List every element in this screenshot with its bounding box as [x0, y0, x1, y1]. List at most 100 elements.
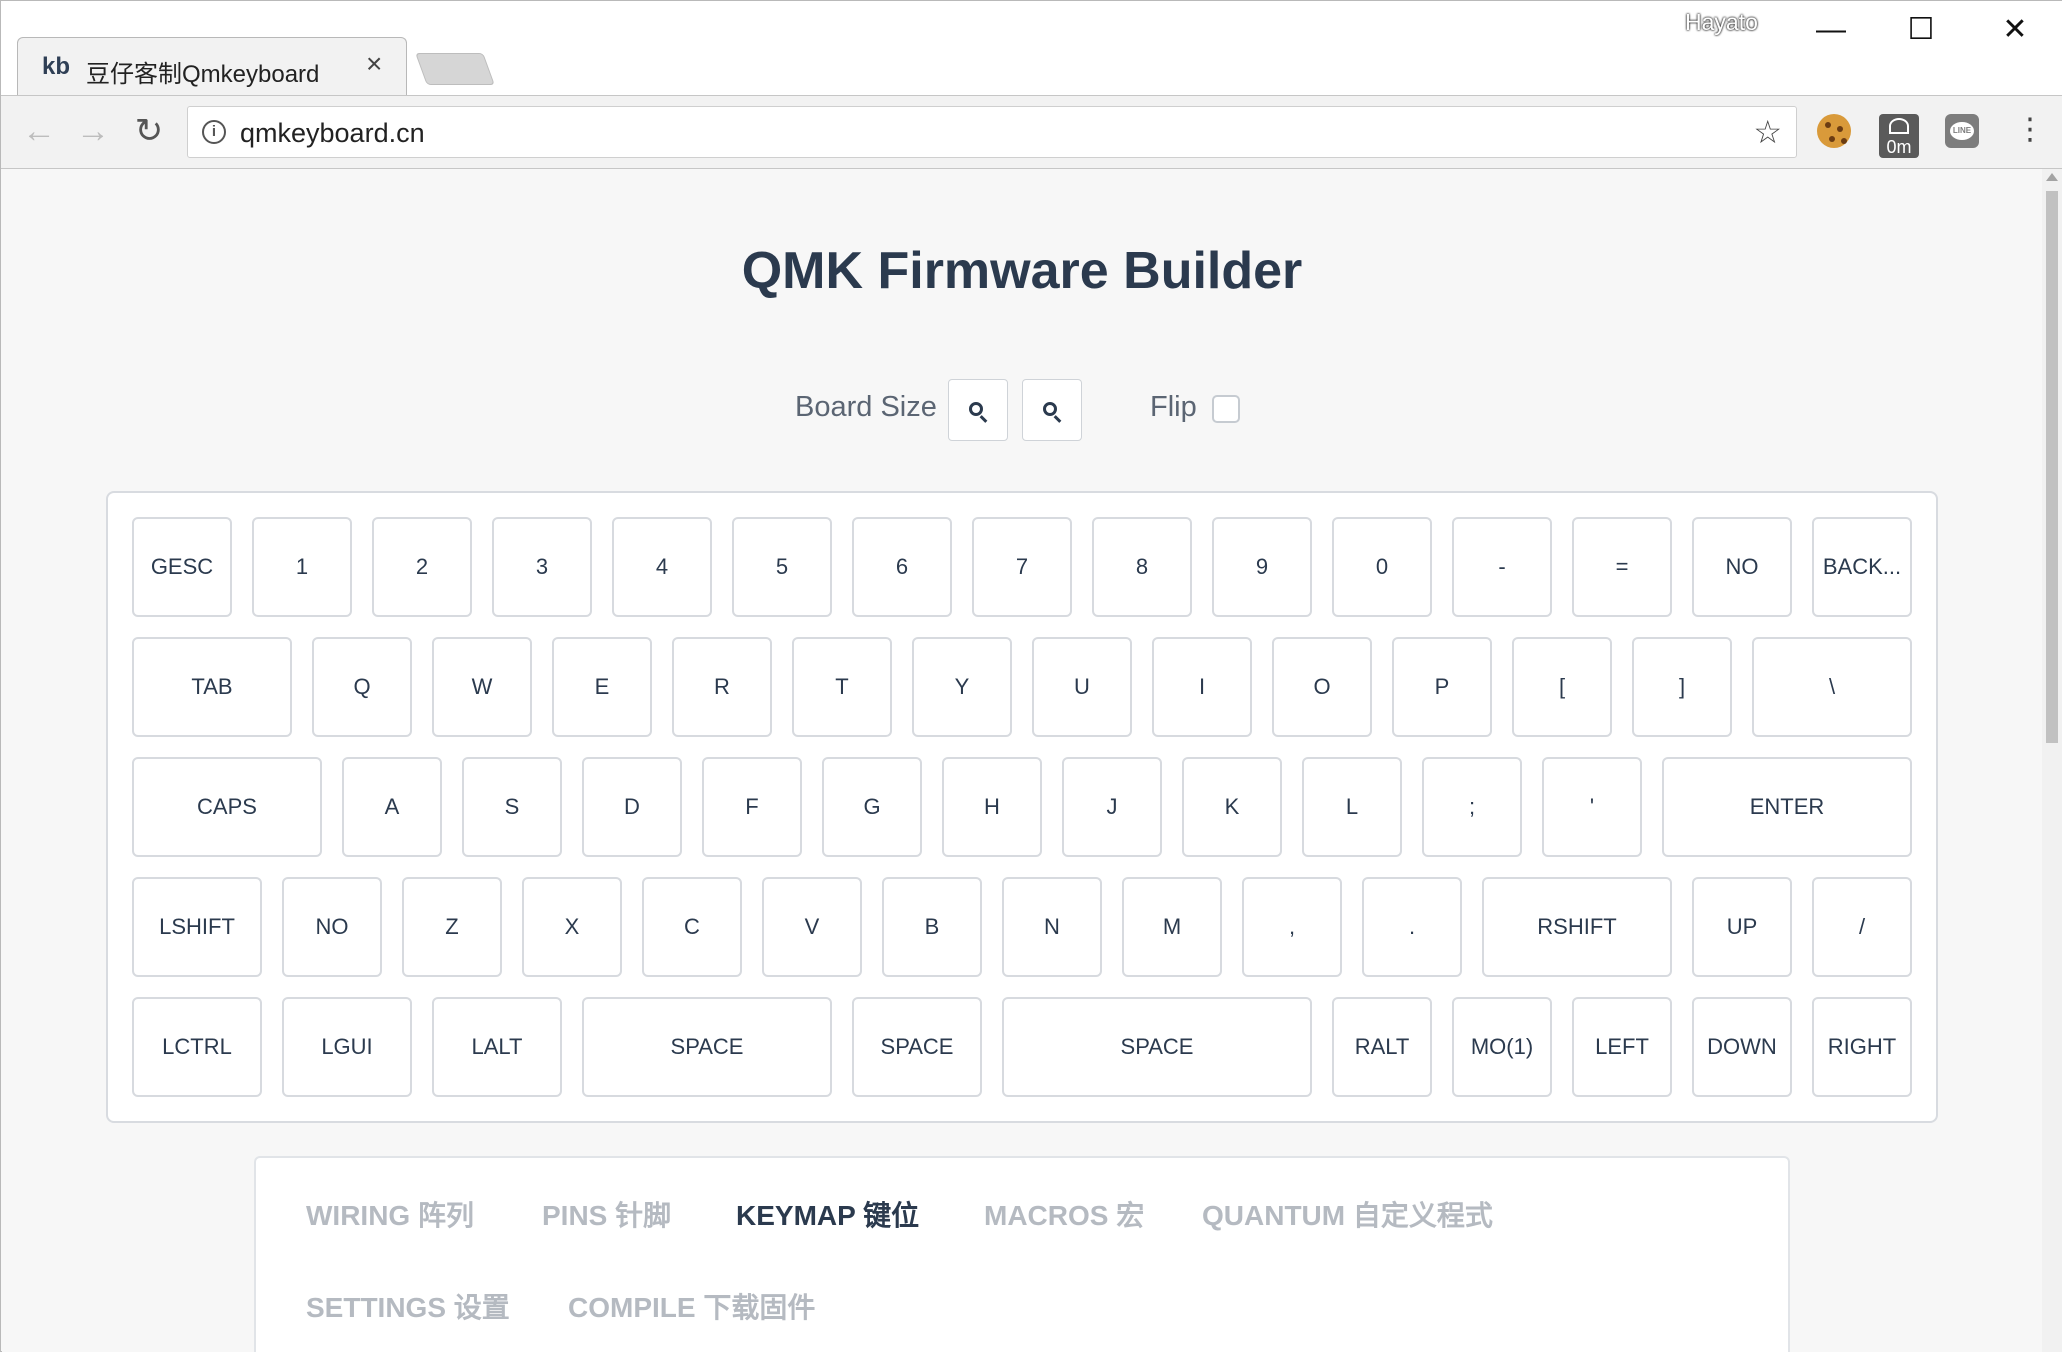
- key[interactable]: 1: [252, 517, 352, 617]
- key[interactable]: M: [1122, 877, 1222, 977]
- flip-checkbox[interactable]: [1212, 395, 1240, 423]
- key[interactable]: P: [1392, 637, 1492, 737]
- key[interactable]: V: [762, 877, 862, 977]
- key[interactable]: O: [1272, 637, 1372, 737]
- key[interactable]: -: [1452, 517, 1552, 617]
- minimize-icon[interactable]: —: [1811, 13, 1851, 47]
- key[interactable]: NO: [282, 877, 382, 977]
- forward-icon[interactable]: →: [71, 110, 115, 154]
- key[interactable]: U: [1032, 637, 1132, 737]
- key[interactable]: Q: [312, 637, 412, 737]
- key[interactable]: SPACE: [852, 997, 982, 1097]
- back-icon[interactable]: ←: [17, 110, 61, 154]
- bookmark-star-icon[interactable]: ☆: [1753, 113, 1782, 151]
- key[interactable]: 5: [732, 517, 832, 617]
- key[interactable]: LGUI: [282, 997, 412, 1097]
- tab-macros[interactable]: MACROS 宏: [984, 1194, 1144, 1234]
- page-title: QMK Firmware Builder: [741, 242, 1303, 300]
- key[interactable]: J: [1062, 757, 1162, 857]
- key[interactable]: T: [792, 637, 892, 737]
- browser-tab[interactable]: kb 豆仔客制Qmkeyboard ×: [17, 37, 407, 95]
- key[interactable]: N: [1002, 877, 1102, 977]
- zoom-in-button[interactable]: [1022, 379, 1082, 441]
- key[interactable]: L: [1302, 757, 1402, 857]
- zoom-out-button[interactable]: [948, 379, 1008, 441]
- key[interactable]: D: [582, 757, 682, 857]
- key[interactable]: F: [702, 757, 802, 857]
- key[interactable]: LEFT: [1572, 997, 1672, 1097]
- clock-icon[interactable]: 0m: [1879, 114, 1919, 158]
- site-info-icon[interactable]: i: [202, 120, 226, 144]
- key[interactable]: B: [882, 877, 982, 977]
- cookie-icon[interactable]: [1817, 114, 1851, 148]
- reload-icon[interactable]: ↻: [127, 110, 171, 154]
- key[interactable]: =: [1572, 517, 1672, 617]
- scroll-up-icon[interactable]: [2046, 173, 2058, 181]
- key[interactable]: /: [1812, 877, 1912, 977]
- key[interactable]: I: [1152, 637, 1252, 737]
- key[interactable]: 7: [972, 517, 1072, 617]
- key[interactable]: LCTRL: [132, 997, 262, 1097]
- tab-pins[interactable]: PINS 针脚: [542, 1194, 671, 1234]
- key[interactable]: MO(1): [1452, 997, 1552, 1097]
- key[interactable]: ;: [1422, 757, 1522, 857]
- key[interactable]: RIGHT: [1812, 997, 1912, 1097]
- tab-keymap[interactable]: KEYMAP 键位: [736, 1194, 919, 1234]
- key[interactable]: BACK...: [1812, 517, 1912, 617]
- key[interactable]: W: [432, 637, 532, 737]
- key[interactable]: 0: [1332, 517, 1432, 617]
- page-viewport: QMK Firmware Builder Board Size Flip GES…: [2, 169, 2042, 1352]
- key[interactable]: 8: [1092, 517, 1192, 617]
- key[interactable]: ': [1542, 757, 1642, 857]
- key[interactable]: 9: [1212, 517, 1312, 617]
- key[interactable]: G: [822, 757, 922, 857]
- scrollbar[interactable]: [2042, 169, 2062, 1352]
- maximize-icon[interactable]: ☐: [1901, 13, 1941, 47]
- key[interactable]: R: [672, 637, 772, 737]
- key[interactable]: GESC: [132, 517, 232, 617]
- key[interactable]: RSHIFT: [1482, 877, 1672, 977]
- key[interactable]: 6: [852, 517, 952, 617]
- key[interactable]: ,: [1242, 877, 1342, 977]
- key[interactable]: 3: [492, 517, 592, 617]
- new-tab-button[interactable]: [415, 53, 495, 85]
- key[interactable]: E: [552, 637, 652, 737]
- key[interactable]: K: [1182, 757, 1282, 857]
- tab-close-icon[interactable]: ×: [366, 48, 382, 80]
- browser-menu-icon[interactable]: ⋮: [2015, 110, 2045, 154]
- tab-compile[interactable]: COMPILE 下载固件: [568, 1286, 815, 1326]
- scrollbar-thumb[interactable]: [2046, 191, 2058, 743]
- key[interactable]: [: [1512, 637, 1612, 737]
- key[interactable]: DOWN: [1692, 997, 1792, 1097]
- key[interactable]: .: [1362, 877, 1462, 977]
- key[interactable]: A: [342, 757, 442, 857]
- key[interactable]: TAB: [132, 637, 292, 737]
- key[interactable]: S: [462, 757, 562, 857]
- key[interactable]: X: [522, 877, 622, 977]
- tab-quantum[interactable]: QUANTUM 自定义程式: [1202, 1194, 1493, 1234]
- key[interactable]: RALT: [1332, 997, 1432, 1097]
- key[interactable]: CAPS: [132, 757, 322, 857]
- key[interactable]: Z: [402, 877, 502, 977]
- key[interactable]: SPACE: [582, 997, 832, 1097]
- key[interactable]: LSHIFT: [132, 877, 262, 977]
- key[interactable]: ENTER: [1662, 757, 1912, 857]
- key[interactable]: NO: [1692, 517, 1792, 617]
- key[interactable]: 2: [372, 517, 472, 617]
- window-close-icon[interactable]: ✕: [1995, 13, 2035, 47]
- key[interactable]: Y: [912, 637, 1012, 737]
- key[interactable]: 4: [612, 517, 712, 617]
- tab-settings[interactable]: SETTINGS 设置: [306, 1286, 510, 1326]
- tab-wiring[interactable]: WIRING 阵列: [306, 1194, 474, 1234]
- key[interactable]: LALT: [432, 997, 562, 1097]
- key[interactable]: \: [1752, 637, 1912, 737]
- key[interactable]: UP: [1692, 877, 1792, 977]
- url-text[interactable]: qmkeyboard.cn: [240, 118, 425, 149]
- key[interactable]: ]: [1632, 637, 1732, 737]
- address-bar[interactable]: i qmkeyboard.cn ☆: [187, 106, 1797, 158]
- key[interactable]: SPACE: [1002, 997, 1312, 1097]
- line-icon[interactable]: LINE: [1945, 114, 1979, 148]
- key[interactable]: H: [942, 757, 1042, 857]
- key[interactable]: C: [642, 877, 742, 977]
- profile-name[interactable]: Hayato: [1685, 9, 1758, 36]
